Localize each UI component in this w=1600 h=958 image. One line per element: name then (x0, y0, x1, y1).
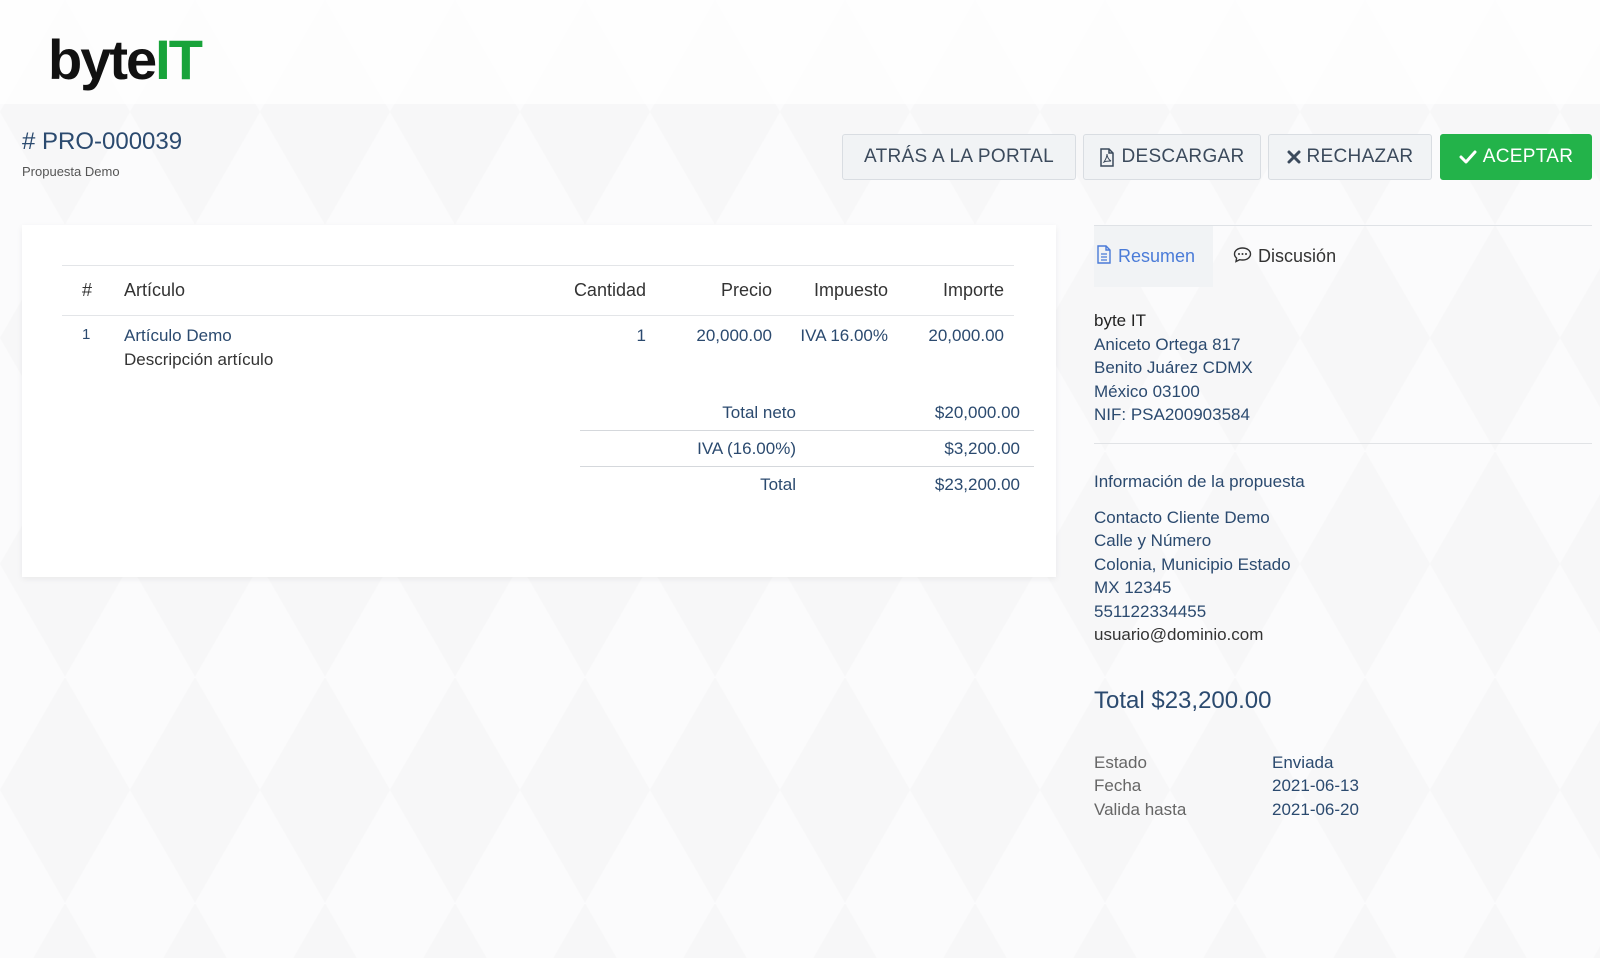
row-num: 1 (82, 326, 91, 343)
total-value: $23,200.00 (934, 475, 1020, 494)
reject-button[interactable]: RECHAZAR (1268, 134, 1432, 180)
client-phone: 551122334455 (1094, 601, 1207, 621)
check-icon (1459, 150, 1477, 164)
company-address: byte IT Aniceto Ortega 817 Benito Juárez… (1094, 309, 1592, 427)
date-value: 2021-06-13 (1272, 776, 1359, 795)
company-tax-id: NIF: PSA200903584 (1094, 405, 1250, 424)
row-item: Artículo Demo Descripción artículo (124, 326, 550, 396)
summary-sidebar: Resumen Discusión byte IT Aniceto Ortega… (1094, 225, 1592, 821)
net-total-row: Total neto $20,000.00 (580, 395, 1034, 431)
client-postal: MX 12345 (1094, 578, 1172, 597)
status-label: Estado (1094, 752, 1147, 772)
tab-discussion-label: Discusión (1258, 246, 1337, 266)
byteit-logo: byteIT (48, 28, 203, 92)
date-label: Fecha (1094, 776, 1142, 795)
table-row: 1 Artículo Demo Descripción artículo 1 2… (62, 316, 1014, 396)
col-header-price: Precio (720, 280, 772, 300)
item-name: Artículo Demo (124, 326, 232, 345)
reject-label: RECHAZAR (1306, 146, 1414, 167)
totals-block: Total neto $20,000.00 IVA (16.00%) $3,20… (580, 395, 1034, 503)
net-total-label: Total neto (722, 402, 796, 422)
row-tax: IVA 16.00% (800, 326, 888, 345)
meta-row-status: Estado Enviada (1094, 751, 1592, 775)
proposal-items-card: # Artículo Cantidad Precio Impuesto Impo… (22, 225, 1056, 577)
client-email: usuario@dominio.com (1094, 625, 1264, 644)
logo-text-byte: byte (48, 28, 157, 91)
proposal-number: # PRO-000039 (22, 128, 183, 155)
tab-summary-label: Resumen (1118, 246, 1196, 266)
net-total-value: $20,000.00 (934, 402, 1020, 422)
col-header-item: Artículo (124, 280, 186, 300)
download-button[interactable]: DESCARGAR (1083, 134, 1261, 180)
total-label: Total (760, 475, 796, 494)
tab-discussion[interactable]: Discusión (1213, 226, 1354, 287)
items-table: # Artículo Cantidad Precio Impuesto Impo… (62, 265, 1014, 396)
col-header-tax: Impuesto (813, 280, 888, 300)
close-icon (1287, 150, 1301, 164)
tax-total-label: IVA (16.00%) (697, 438, 796, 458)
proposal-meta: Estado Enviada Fecha 2021-06-13 Valida h… (1094, 751, 1592, 822)
sidebar-tabs: Resumen Discusión (1094, 225, 1592, 287)
header-bar (0, 0, 1600, 104)
tax-total-value: $3,200.00 (944, 438, 1020, 458)
item-description: Descripción artículo (124, 350, 274, 369)
company-address-line: Benito Juárez CDMX (1094, 358, 1253, 377)
col-header-num: # (82, 280, 93, 300)
proposal-info-heading: Información de la propuesta (1094, 471, 1305, 491)
row-qty: 1 (636, 326, 646, 345)
client-area: Colonia, Municipio Estado (1094, 554, 1291, 574)
tax-total-row: IVA (16.00%) $3,200.00 (580, 431, 1034, 467)
client-details: Contacto Cliente Demo Calle y Número Col… (1094, 506, 1592, 647)
grand-total-row: Total $23,200.00 (580, 467, 1034, 503)
meta-row-date: Fecha 2021-06-13 (1094, 774, 1592, 798)
back-to-portal-label: ATRÁS A LA PORTAL (864, 146, 1054, 167)
col-header-qty: Cantidad (573, 280, 646, 300)
status-value: Enviada (1272, 752, 1334, 772)
logo-text-it: IT (155, 28, 203, 91)
proposal-subtitle: Propuesta Demo (22, 164, 120, 179)
accept-button[interactable]: ACEPTAR (1440, 134, 1592, 180)
client-street: Calle y Número (1094, 531, 1212, 550)
table-header-row: # Artículo Cantidad Precio Impuesto Impo… (62, 266, 1014, 316)
document-icon (1096, 244, 1112, 269)
company-address-line: Aniceto Ortega 817 (1094, 334, 1241, 354)
valid-until-label: Valida hasta (1094, 799, 1187, 819)
back-to-portal-button[interactable]: ATRÁS A LA PORTAL (842, 134, 1076, 180)
tab-summary[interactable]: Resumen (1094, 226, 1214, 287)
accept-label: ACEPTAR (1482, 146, 1574, 167)
meta-row-valid-until: Valida hasta 2021-06-20 (1094, 798, 1592, 822)
col-header-amount: Importe (942, 280, 1004, 300)
company-address-line: México 03100 (1094, 381, 1200, 401)
client-contact: Contacto Cliente Demo (1094, 507, 1270, 527)
section-divider (1094, 442, 1592, 444)
valid-until-value: 2021-06-20 (1272, 799, 1359, 819)
download-label: DESCARGAR (1121, 146, 1245, 167)
row-price: 20,000.00 (696, 326, 772, 345)
pdf-file-icon (1099, 147, 1115, 167)
company-name: byte IT (1094, 311, 1146, 330)
comment-icon (1233, 246, 1252, 268)
row-amount: 20,000.00 (928, 326, 1004, 345)
sidebar-grand-total: Total $23,200.00 (1094, 686, 1272, 714)
